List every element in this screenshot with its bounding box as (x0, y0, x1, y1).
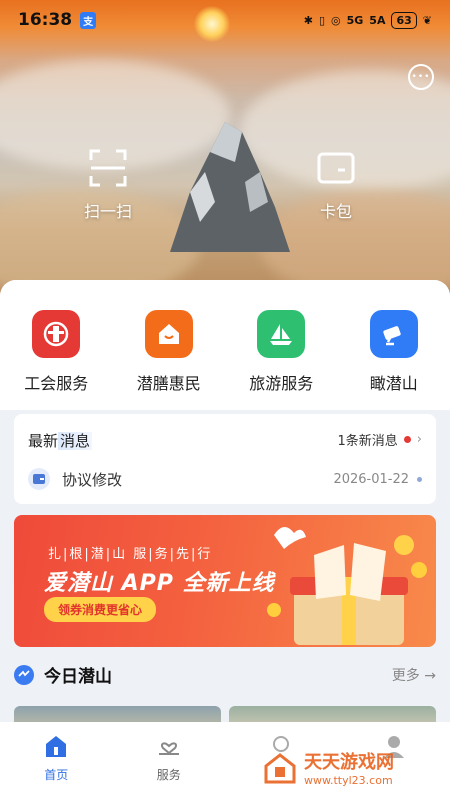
today-title: 今日潜山 (44, 667, 112, 687)
message-bubble-icon[interactable]: ••• (408, 64, 434, 90)
status-icons: ✱ ▯ ◎ 5G 5A 63 ❦ (303, 11, 432, 29)
service-union[interactable]: 工会服务 (0, 280, 113, 410)
home-icon (46, 736, 67, 757)
news-heading-part1: 最新 (28, 432, 59, 450)
bluetooth-icon: ✱ (303, 13, 313, 27)
news-card[interactable]: 最新 消息 1条新消息 › 协议修改 2026-01-22 (14, 414, 436, 504)
camera-icon (369, 310, 418, 358)
app-badge-icon: 支 (80, 11, 97, 29)
mountain-peak-graphic (170, 122, 290, 252)
hero-banner: 16:38 支 ✱ ▯ ◎ 5G 5A 63 ❦ ••• 扫一扫 卡包 (0, 0, 450, 300)
banner-title: 爱潜山 APP 全新上线 (44, 571, 275, 596)
news-count-link[interactable]: 1条新消息 › (338, 430, 422, 449)
news-count-text: 1条新消息 (337, 434, 398, 449)
service-label: 旅游服务 (249, 374, 314, 393)
tab-label: 服务 (156, 768, 181, 782)
service-travel[interactable]: 旅游服务 (225, 280, 338, 410)
news-item-dot (417, 476, 422, 482)
tab-label: 首页 (44, 768, 69, 782)
union-icon (32, 310, 81, 358)
today-icon (14, 664, 34, 685)
news-heading-part2: 消息 (58, 432, 93, 450)
service-label: 瞰潜山 (369, 374, 418, 393)
signal-2-icon: 5A (369, 13, 386, 27)
watermark-title: 天天游戏网 (304, 752, 394, 773)
battery-icon: 63 (391, 11, 417, 29)
hotspot-icon: ◎ (331, 13, 341, 27)
service-grid: 工会服务 潜膳惠民 旅游服务 瞰潜山 (0, 280, 450, 410)
promo-banner[interactable]: 扎|根|潜|山 服|务|先|行 爱潜山 APP 全新上线 领券消费更省心 (14, 515, 436, 647)
scan-icon (89, 149, 127, 187)
quick-action-card-wallet[interactable]: 卡包 (316, 148, 356, 222)
status-bar: 16:38 支 ✱ ▯ ◎ 5G 5A 63 ❦ (0, 0, 450, 40)
tab-services[interactable]: 服务 (113, 722, 226, 800)
watermark-url: www.ttyl23.com (304, 774, 393, 787)
signal-1-icon: 5G (346, 13, 364, 27)
sailboat-icon (257, 310, 306, 358)
service-camera[interactable]: 瞰潜山 (338, 280, 450, 410)
house-smile-icon (144, 310, 193, 358)
watermark-logo-icon (264, 752, 296, 783)
more-label: 更多 (391, 667, 420, 684)
quick-action-scan[interactable]: 扫一扫 (84, 148, 132, 222)
gift-box-illustration (267, 526, 427, 645)
service-food[interactable]: 潜膳惠民 (113, 280, 226, 410)
service-label: 潜膳惠民 (136, 374, 201, 393)
status-time: 16:38 (18, 10, 73, 30)
banner-pill: 领券消费更省心 (44, 597, 157, 622)
news-heading: 最新 消息 (28, 430, 93, 451)
quick-action-label: 卡包 (319, 202, 352, 221)
watermark: 天天游戏网 www.ttyl23.com (262, 748, 394, 787)
news-item-date: 2026-01-22 (333, 471, 409, 487)
unread-dot (403, 436, 411, 443)
heart-hand-icon (158, 742, 179, 755)
service-label: 工会服务 (24, 374, 89, 393)
more-link[interactable]: 更多 → (392, 665, 436, 685)
chevron-right-icon: › (416, 432, 422, 447)
news-item-title: 协议修改 (62, 470, 123, 489)
vibrate-icon: ▯ (318, 13, 325, 27)
today-section-header: 今日潜山 更多 → (14, 662, 436, 687)
quick-action-label: 扫一扫 (84, 202, 133, 221)
arrow-right-icon: → (424, 667, 436, 684)
card-wallet-icon (317, 152, 355, 184)
wallet-icon (28, 468, 50, 490)
leaf-icon: ❦ (422, 13, 432, 27)
news-list-item[interactable]: 协议修改 2026-01-22 (28, 468, 422, 490)
tab-home[interactable]: 首页 (0, 722, 113, 800)
banner-subtitle: 扎|根|潜|山 服|务|先|行 (48, 547, 213, 562)
